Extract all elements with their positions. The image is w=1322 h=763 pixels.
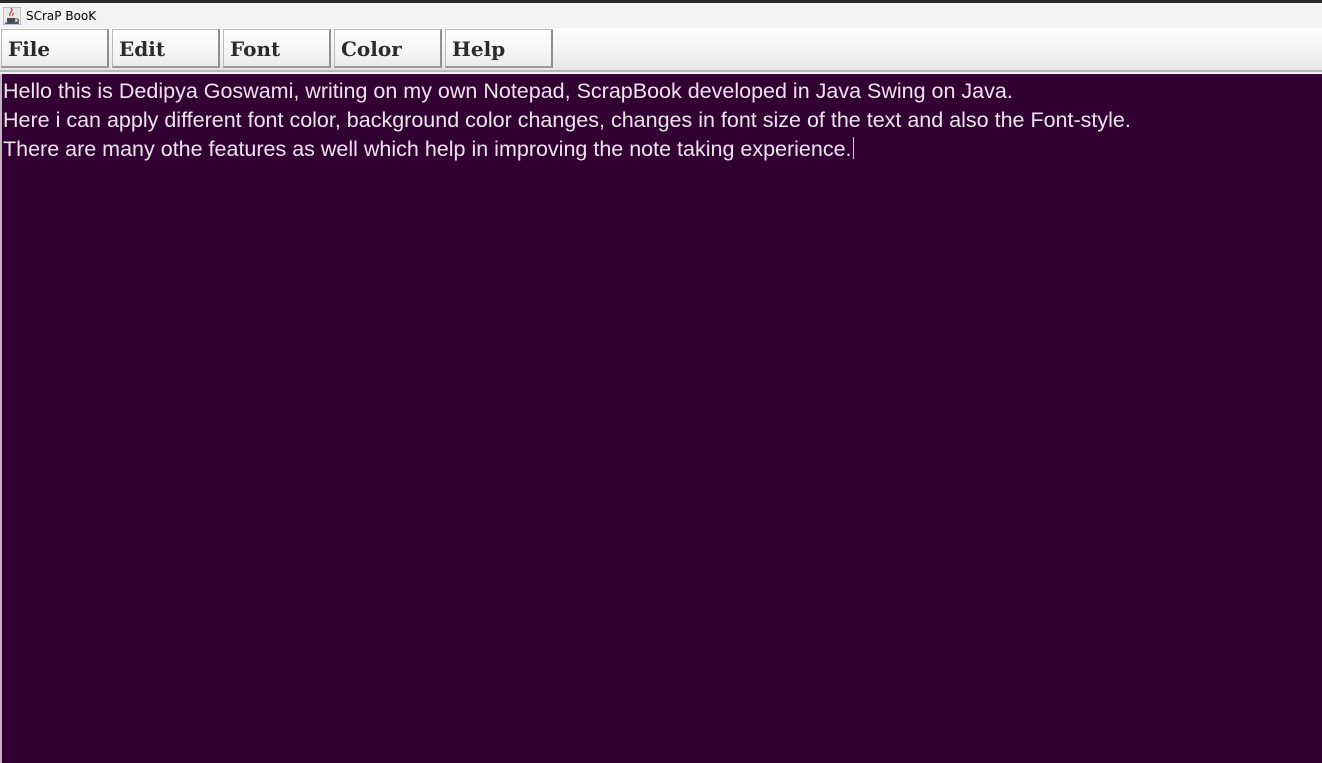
menu-file[interactable]: File xyxy=(1,29,109,68)
title-bar[interactable]: SCraP BooK xyxy=(0,3,1322,28)
menu-help[interactable]: Help xyxy=(445,29,553,68)
window-title: SCraP BooK xyxy=(26,8,97,23)
menu-color[interactable]: Color xyxy=(334,29,442,68)
menu-bar: File Edit Font Color Help xyxy=(0,28,1322,72)
editor-line: Hello this is Dedipya Goswami, writing o… xyxy=(3,79,1013,103)
java-cup-icon xyxy=(2,6,22,25)
text-editor-area[interactable]: Hello this is Dedipya Goswami, writing o… xyxy=(0,74,1322,763)
editor-line-last: There are many othe features as well whi… xyxy=(3,135,1322,164)
menu-edit[interactable]: Edit xyxy=(112,29,220,68)
editor-line: Here i can apply different font color, b… xyxy=(3,108,1131,132)
editor-line-text: There are many othe features as well whi… xyxy=(3,137,852,161)
text-caret xyxy=(852,137,854,159)
app-window: SCraP BooK File Edit Font Color Help Hel… xyxy=(0,0,1322,763)
menu-font[interactable]: Font xyxy=(223,29,331,68)
